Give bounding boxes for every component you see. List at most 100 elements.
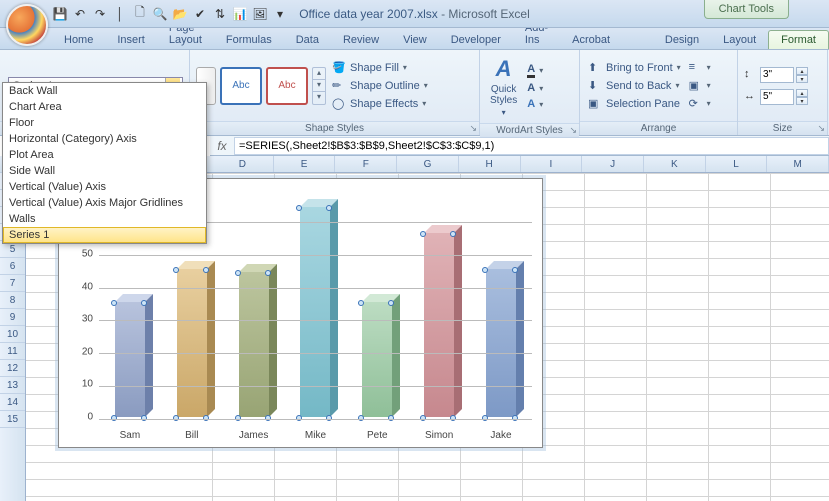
selection-handle[interactable]: [482, 415, 488, 421]
tab-view[interactable]: View: [391, 31, 439, 49]
selection-handle[interactable]: [358, 415, 364, 421]
tab-formulas[interactable]: Formulas: [214, 31, 284, 49]
selection-handle[interactable]: [141, 415, 147, 421]
option-haxis[interactable]: Horizontal (Category) Axis: [3, 131, 206, 147]
text-effects-button[interactable]: A▾: [525, 97, 545, 111]
height-input[interactable]: ↕ ▴▾: [744, 67, 808, 83]
tab-layout[interactable]: Layout: [711, 31, 768, 49]
dialog-launcher-icon[interactable]: ↘: [817, 123, 825, 134]
formula-input[interactable]: [234, 137, 829, 155]
style-swatch-1[interactable]: Abc: [220, 67, 262, 105]
quick-styles-button[interactable]: A Quick Styles▾: [486, 54, 521, 119]
fx-icon[interactable]: fx: [210, 139, 234, 153]
selection-handle[interactable]: [420, 415, 426, 421]
col-header[interactable]: F: [335, 156, 397, 172]
selection-handle[interactable]: [235, 415, 241, 421]
office-button[interactable]: [6, 4, 48, 46]
row-header[interactable]: 14: [0, 394, 25, 411]
bring-to-front-button[interactable]: ⬆Bring to Front▾: [586, 60, 683, 76]
shape-outline-button[interactable]: ✏Shape Outline▾: [330, 78, 430, 94]
row-header[interactable]: 13: [0, 377, 25, 394]
bar-james[interactable]: [235, 189, 273, 417]
text-outline-button[interactable]: A▾: [525, 81, 545, 95]
gallery-scroll[interactable]: ▴▾▾: [312, 67, 326, 105]
chart-element-dropdown[interactable]: Back Wall Chart Area Floor Horizontal (C…: [2, 82, 207, 244]
undo-icon[interactable]: ↶: [72, 6, 88, 22]
bar-pete[interactable]: [358, 189, 396, 417]
selection-handle[interactable]: [265, 415, 271, 421]
shape-effects-button[interactable]: ◯Shape Effects▾: [330, 96, 430, 112]
selection-handle[interactable]: [173, 267, 179, 273]
row-header[interactable]: 10: [0, 326, 25, 343]
picture-icon[interactable]: 🖼: [252, 6, 268, 22]
text-fill-button[interactable]: A▾: [525, 62, 545, 79]
dialog-launcher-icon[interactable]: ↘: [569, 125, 577, 136]
align-button[interactable]: ≡▾: [687, 60, 713, 76]
row-header[interactable]: 12: [0, 360, 25, 377]
col-header[interactable]: L: [706, 156, 768, 172]
option-floor[interactable]: Floor: [3, 115, 206, 131]
selection-handle[interactable]: [111, 415, 117, 421]
option-backwall[interactable]: Back Wall: [3, 83, 206, 99]
row-header[interactable]: 15: [0, 411, 25, 428]
print-preview-icon[interactable]: 🔍: [152, 6, 168, 22]
row-header[interactable]: 6: [0, 258, 25, 275]
height-field[interactable]: [760, 67, 794, 83]
col-header[interactable]: K: [644, 156, 706, 172]
width-input[interactable]: ↔ ▴▾: [744, 89, 808, 105]
col-header[interactable]: D: [212, 156, 274, 172]
tab-acrobat[interactable]: Acrobat: [560, 31, 622, 49]
selection-pane-button[interactable]: ▣Selection Pane: [586, 96, 683, 112]
row-header[interactable]: 8: [0, 292, 25, 309]
shape-fill-button[interactable]: 🪣Shape Fill▾: [330, 60, 430, 76]
selection-handle[interactable]: [450, 415, 456, 421]
col-header[interactable]: G: [397, 156, 459, 172]
redo-icon[interactable]: ↷: [92, 6, 108, 22]
tab-developer[interactable]: Developer: [439, 31, 513, 49]
option-walls[interactable]: Walls: [3, 211, 206, 227]
row-header[interactable]: 11: [0, 343, 25, 360]
bar-simon[interactable]: [420, 189, 458, 417]
new-icon[interactable]: 🗋: [132, 6, 148, 22]
save-icon[interactable]: 💾: [52, 6, 68, 22]
bar-mike[interactable]: [296, 189, 334, 417]
qat-more-icon[interactable]: ▾: [272, 6, 288, 22]
sort-icon[interactable]: ⇅: [212, 6, 228, 22]
dialog-launcher-icon[interactable]: ↘: [469, 123, 477, 134]
bar-jake[interactable]: [482, 189, 520, 417]
selection-handle[interactable]: [111, 300, 117, 306]
option-sidewall[interactable]: Side Wall: [3, 163, 206, 179]
chart-icon[interactable]: 📊: [232, 6, 248, 22]
height-stepper[interactable]: ▴▾: [796, 67, 808, 83]
selection-handle[interactable]: [296, 415, 302, 421]
selection-handle[interactable]: [203, 267, 209, 273]
option-plotarea[interactable]: Plot Area: [3, 147, 206, 163]
tab-data[interactable]: Data: [284, 31, 331, 49]
selection-handle[interactable]: [326, 415, 332, 421]
style-swatch-2[interactable]: Abc: [266, 67, 308, 105]
selection-handle[interactable]: [173, 415, 179, 421]
send-to-back-button[interactable]: ⬇Send to Back▾: [586, 78, 683, 94]
shape-style-gallery[interactable]: Abc Abc: [220, 67, 308, 105]
selection-handle[interactable]: [388, 415, 394, 421]
option-series1[interactable]: Series 1: [3, 227, 206, 243]
selection-handle[interactable]: [203, 415, 209, 421]
col-header[interactable]: E: [274, 156, 336, 172]
open-icon[interactable]: 📂: [172, 6, 188, 22]
option-vaxis[interactable]: Vertical (Value) Axis: [3, 179, 206, 195]
tab-review[interactable]: Review: [331, 31, 391, 49]
selection-handle[interactable]: [141, 300, 147, 306]
option-vaxis-grid[interactable]: Vertical (Value) Axis Major Gridlines: [3, 195, 206, 211]
selection-handle[interactable]: [512, 415, 518, 421]
tab-insert[interactable]: Insert: [105, 31, 157, 49]
tab-format[interactable]: Format: [768, 30, 829, 49]
width-field[interactable]: [760, 89, 794, 105]
width-stepper[interactable]: ▴▾: [796, 89, 808, 105]
row-header[interactable]: 9: [0, 309, 25, 326]
tab-home[interactable]: Home: [52, 31, 105, 49]
spell-icon[interactable]: ✔: [192, 6, 208, 22]
option-chartarea[interactable]: Chart Area: [3, 99, 206, 115]
col-header[interactable]: M: [767, 156, 829, 172]
col-header[interactable]: H: [459, 156, 521, 172]
row-header[interactable]: 7: [0, 275, 25, 292]
